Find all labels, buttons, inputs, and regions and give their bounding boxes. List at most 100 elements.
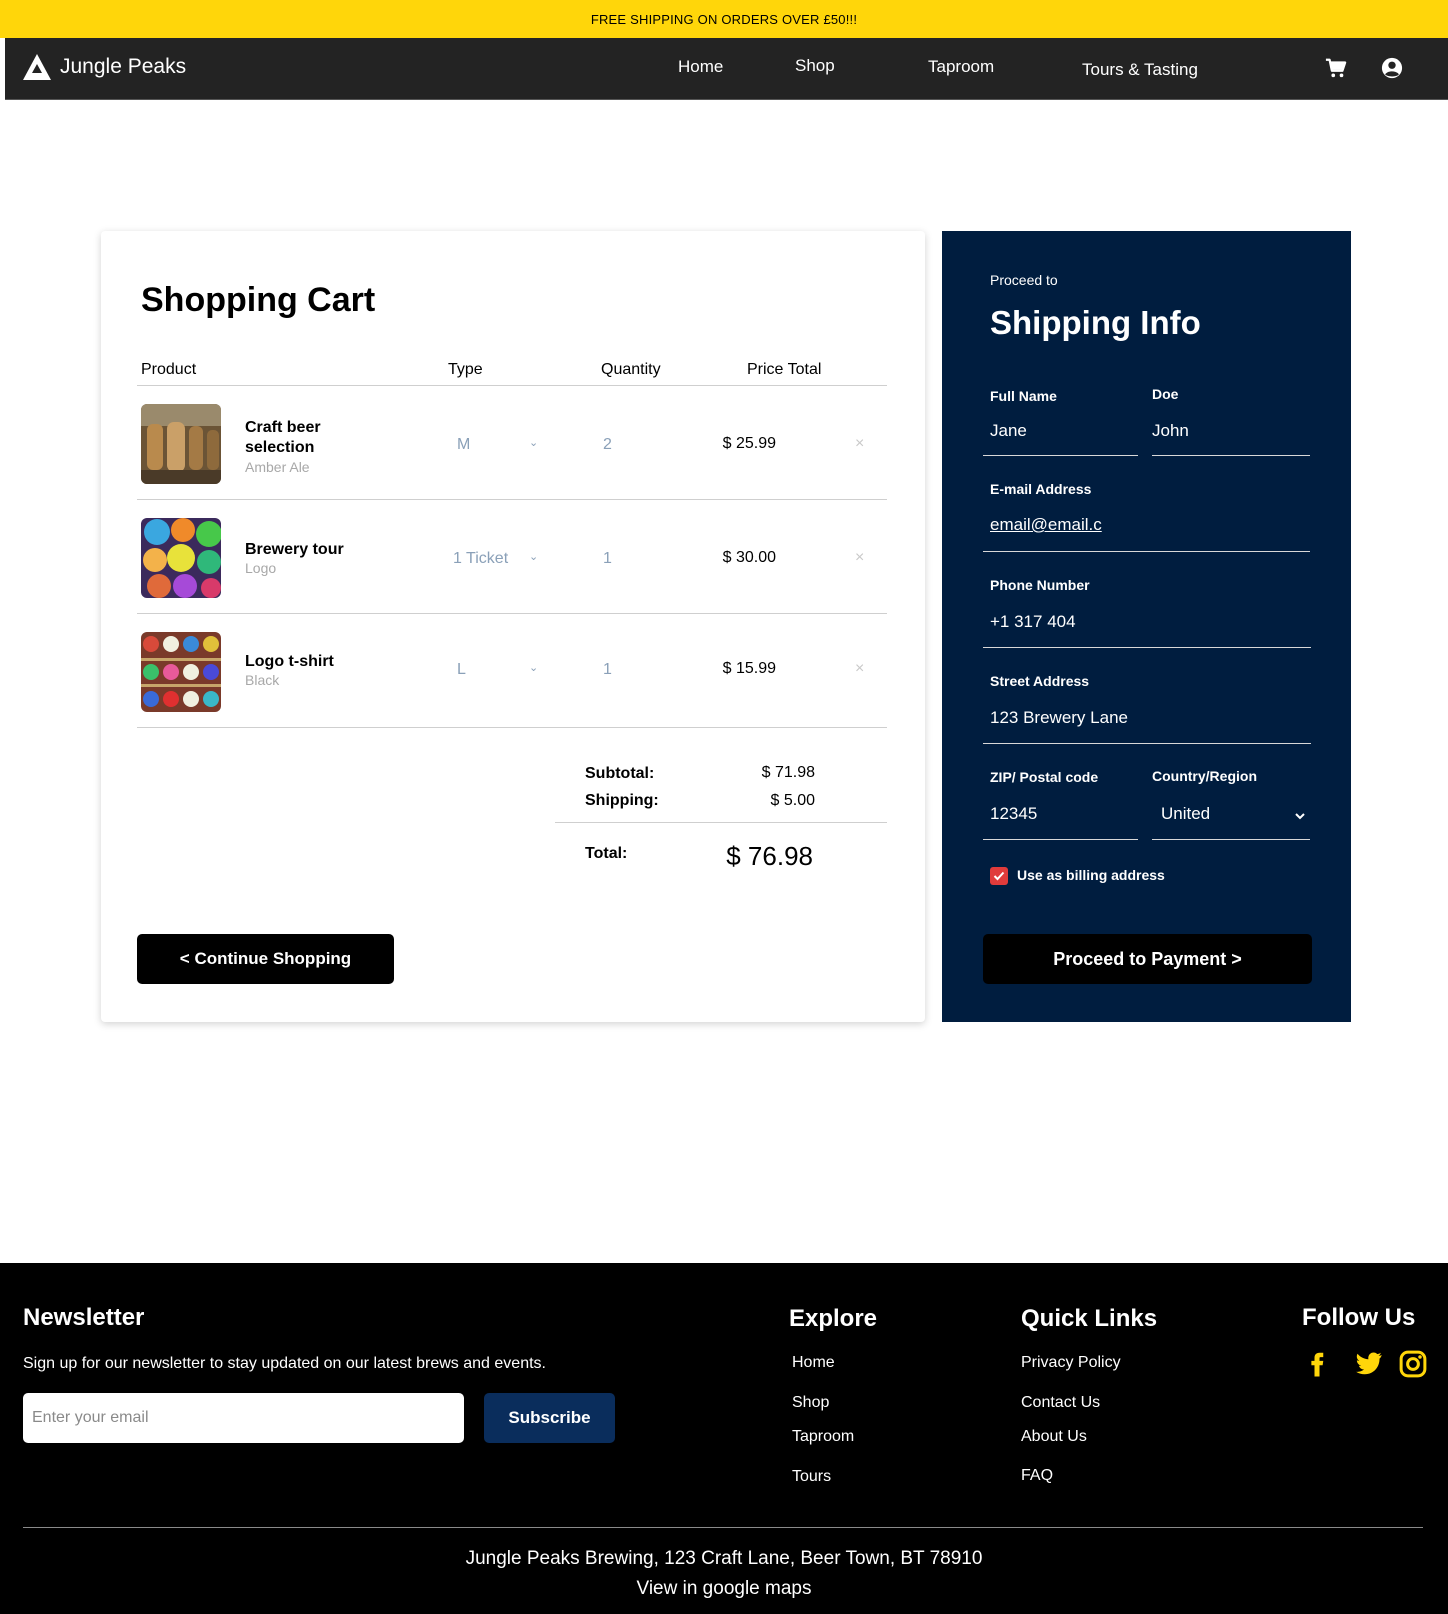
google-maps-link[interactable]: View in google maps (0, 1578, 1448, 1600)
footer-link-taproom[interactable]: Taproom (792, 1428, 854, 1446)
remove-item-icon[interactable]: × (855, 435, 864, 453)
field-underline (983, 647, 1311, 648)
cart-row: Logo t-shirt Black L ⌄ 1 $ 15.99 × (141, 614, 864, 727)
footer-link-contact[interactable]: Contact Us (1021, 1394, 1100, 1412)
newsletter-title: Newsletter (23, 1304, 145, 1331)
chevron-down-icon[interactable]: ⌄ (529, 436, 538, 449)
cart-icon[interactable] (1325, 57, 1347, 79)
nav-tours[interactable]: Tours & Tasting (1082, 60, 1198, 80)
explore-title: Explore (789, 1305, 878, 1332)
chevron-down-icon[interactable]: ⌄ (529, 661, 538, 674)
footer-link-home[interactable]: Home (792, 1354, 835, 1372)
cart-title: Shopping Cart (141, 281, 376, 319)
field-underline (983, 551, 1310, 552)
instagram-icon[interactable] (1398, 1349, 1428, 1379)
continue-shopping-button[interactable]: < Continue Shopping (137, 934, 394, 984)
phone-label: Phone Number (990, 577, 1090, 593)
price-total: $ 15.99 (722, 660, 776, 677)
product-name: Craft beer selection (245, 419, 321, 456)
product-name: Brewery tour (245, 541, 344, 558)
footer-link-faq[interactable]: FAQ (1021, 1467, 1053, 1485)
product-image-tour (141, 518, 221, 598)
site-footer: Newsletter Sign up for our newsletter to… (0, 1263, 1448, 1614)
user-icon[interactable] (1381, 57, 1403, 79)
column-header-quantity: Quantity (601, 361, 661, 378)
field-underline (983, 839, 1138, 840)
column-header-price: Price Total (747, 361, 822, 378)
divider (555, 822, 887, 823)
zip-label: ZIP/ Postal code (990, 769, 1099, 785)
quantity-value[interactable]: 1 (603, 661, 612, 679)
footer-link-tours[interactable]: Tours (792, 1468, 831, 1486)
cart-row: Brewery tour Logo 1 Ticket ⌄ 1 $ 30.00 × (141, 500, 864, 613)
footer-divider (23, 1527, 1423, 1528)
field-underline (983, 743, 1311, 744)
type-select[interactable]: L (457, 661, 466, 679)
column-header-type: Type (448, 361, 483, 378)
nav-shop[interactable]: Shop (795, 56, 835, 76)
last-name-label: Doe (1152, 386, 1179, 402)
newsletter-email-input[interactable] (23, 1393, 464, 1443)
mountain-logo-icon (23, 54, 51, 80)
promo-banner: FREE SHIPPING ON ORDERS OVER £50!!! (0, 0, 1448, 38)
brand-name: Jungle Peaks (60, 55, 187, 78)
follow-us-title: Follow Us (1302, 1304, 1416, 1331)
cart-row: Craft beer selection Amber Ale M ⌄ 2 $ 2… (141, 386, 864, 499)
brand-logo[interactable]: Jungle Peaks (22, 53, 186, 81)
chevron-down-icon[interactable]: ⌄ (529, 550, 538, 563)
subtotal-label: Subtotal: (585, 765, 655, 782)
billing-checkbox[interactable] (990, 867, 1008, 885)
product-image-beer (141, 404, 221, 484)
country-label: Country/Region (1152, 768, 1257, 784)
remove-item-icon[interactable]: × (855, 660, 864, 678)
shipping-label: Shipping: (585, 792, 659, 809)
full-name-label: Full Name (990, 388, 1057, 404)
site-header: Jungle Peaks Home Shop Taproom Tours & T… (5, 38, 1448, 100)
nav-home[interactable]: Home (678, 57, 723, 77)
subtotal-value: $ 71.98 (761, 764, 815, 781)
quantity-value[interactable]: 2 (603, 436, 612, 454)
column-header-product: Product (141, 361, 197, 378)
billing-checkbox-label[interactable]: Use as billing address (1017, 867, 1165, 883)
first-name-field[interactable]: Jane (990, 421, 1027, 441)
product-variant: Black (245, 672, 280, 688)
type-select[interactable]: 1 Ticket (453, 550, 508, 568)
subscribe-button[interactable]: Subscribe (484, 1393, 615, 1443)
email-label: E-mail Address (990, 481, 1092, 497)
footer-address: Jungle Peaks Brewing, 123 Craft Lane, Be… (465, 1548, 983, 1569)
phone-field[interactable]: +1 317 404 (990, 612, 1076, 632)
street-field[interactable]: 123 Brewery Lane (990, 708, 1128, 728)
last-name-field[interactable]: John (1152, 421, 1189, 441)
quantity-value[interactable]: 1 (603, 550, 612, 568)
product-image-tshirt (141, 632, 221, 712)
shipping-title: Shipping Info (990, 304, 1201, 341)
footer-link-privacy[interactable]: Privacy Policy (1021, 1354, 1121, 1372)
field-underline (1152, 455, 1310, 456)
email-field[interactable]: email@email.c (990, 515, 1102, 535)
price-total: $ 30.00 (722, 549, 776, 566)
proceed-to-payment-button[interactable]: Proceed to Payment > (983, 934, 1312, 984)
field-underline (1152, 839, 1310, 840)
shipping-value: $ 5.00 (770, 792, 815, 809)
shopping-cart-card: Shopping Cart Product Type Quantity Pric… (101, 231, 925, 1022)
nav-taproom[interactable]: Taproom (928, 57, 994, 77)
product-variant: Logo (245, 560, 277, 576)
total-label: Total: (585, 845, 628, 862)
footer-link-shop[interactable]: Shop (792, 1394, 829, 1412)
zip-field[interactable]: 12345 (990, 804, 1037, 824)
remove-item-icon[interactable]: × (855, 549, 864, 567)
street-label: Street Address (990, 673, 1090, 689)
newsletter-text: Sign up for our newsletter to stay updat… (23, 1355, 546, 1372)
chevron-down-icon[interactable] (1294, 811, 1306, 821)
price-total: $ 25.99 (722, 435, 776, 452)
shipping-subheading: Proceed to (990, 272, 1058, 288)
footer-link-about[interactable]: About Us (1021, 1428, 1087, 1446)
field-underline (983, 455, 1138, 456)
type-select[interactable]: M (457, 436, 470, 454)
quick-links-title: Quick Links (1021, 1305, 1158, 1332)
product-variant: Amber Ale (245, 459, 310, 475)
promo-text: FREE SHIPPING ON ORDERS OVER £50!!! (590, 11, 858, 27)
facebook-icon[interactable] (1302, 1349, 1332, 1379)
twitter-icon[interactable] (1353, 1349, 1383, 1379)
country-select[interactable]: United (1161, 804, 1210, 824)
